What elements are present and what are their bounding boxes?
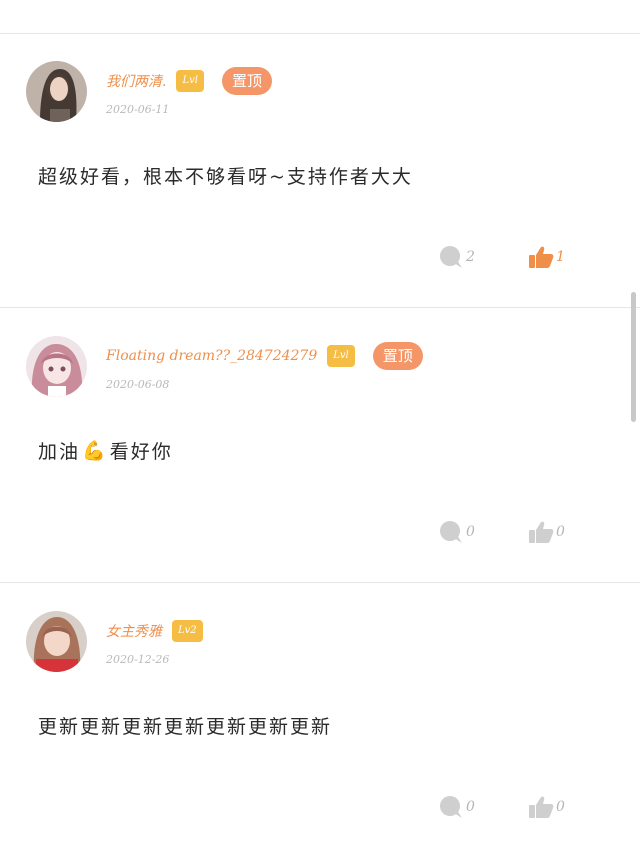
comment-item: 我们两清. Lvl 置顶 2020-06-11 超级好看，根本不够看呀~支持作者… — [0, 34, 640, 308]
comment-actions: 2 1 — [0, 245, 640, 275]
username[interactable]: Floating dream??_284724279 Lvl 置顶 — [106, 342, 423, 370]
like-button[interactable]: 0 — [528, 520, 565, 544]
comment-date: 2020-12-26 — [106, 653, 170, 666]
like-button[interactable]: 0 — [528, 795, 565, 819]
user-avatar[interactable] — [26, 61, 87, 122]
content-text: 看好你 — [109, 441, 173, 463]
like-count: 0 — [556, 799, 565, 815]
user-avatar[interactable] — [26, 611, 87, 672]
thumbs-up-icon — [529, 246, 554, 268]
comment-item: Floating dream??_284724279 Lvl 置顶 2020-0… — [0, 309, 640, 583]
level-badge: Lv2 — [172, 620, 203, 642]
username-text: Floating dream??_284724279 — [106, 348, 318, 364]
avatar-photo-icon — [26, 611, 87, 672]
thumbs-up-icon — [529, 796, 554, 818]
comment-divider — [0, 582, 640, 583]
like-count: 1 — [556, 249, 565, 265]
comment-actions: 0 0 — [0, 795, 640, 825]
comment-content: 更新更新更新更新更新更新更新 — [38, 716, 333, 738]
username-text: 我们两清. — [106, 74, 167, 90]
comment-content: 超级好看，根本不够看呀~支持作者大大 — [38, 166, 413, 188]
username[interactable]: 我们两清. Lvl 置顶 — [106, 67, 272, 95]
comment-date: 2020-06-08 — [106, 378, 170, 391]
pinned-badge: 置顶 — [221, 67, 272, 95]
comment-bubble-icon — [440, 521, 462, 543]
like-count: 0 — [556, 524, 565, 540]
like-button[interactable]: 1 — [528, 245, 565, 269]
pinned-badge: 置顶 — [372, 342, 423, 370]
comment-bubble-icon — [440, 796, 462, 818]
reply-button[interactable]: 0 — [438, 795, 475, 819]
level-badge: Lvl — [176, 70, 204, 92]
comment-actions: 0 0 — [0, 520, 640, 550]
reply-count: 2 — [466, 249, 475, 265]
reply-count: 0 — [466, 524, 475, 540]
content-text: 加油 — [38, 441, 81, 463]
comment-bubble-icon — [440, 246, 462, 268]
anime-avatar-icon — [26, 336, 87, 397]
comment-content: 加油 💪 看好你 — [38, 437, 173, 464]
username-text: 女主秀雅 — [106, 624, 162, 640]
scrollbar[interactable] — [631, 292, 636, 422]
avatar-photo-icon — [26, 61, 87, 122]
username[interactable]: 女主秀雅 Lv2 — [106, 617, 203, 645]
user-avatar[interactable] — [26, 336, 87, 397]
level-badge: Lvl — [327, 345, 355, 367]
reply-count: 0 — [466, 799, 475, 815]
comment-item: 女主秀雅 Lv2 2020-12-26 更新更新更新更新更新更新更新 0 0 — [0, 584, 640, 858]
comment-divider — [0, 307, 640, 308]
reply-button[interactable]: 0 — [438, 520, 475, 544]
thumbs-up-icon — [529, 521, 554, 543]
reply-button[interactable]: 2 — [438, 245, 475, 269]
comment-date: 2020-06-11 — [106, 103, 170, 116]
flexed-biceps-icon: 💪 — [82, 440, 108, 462]
